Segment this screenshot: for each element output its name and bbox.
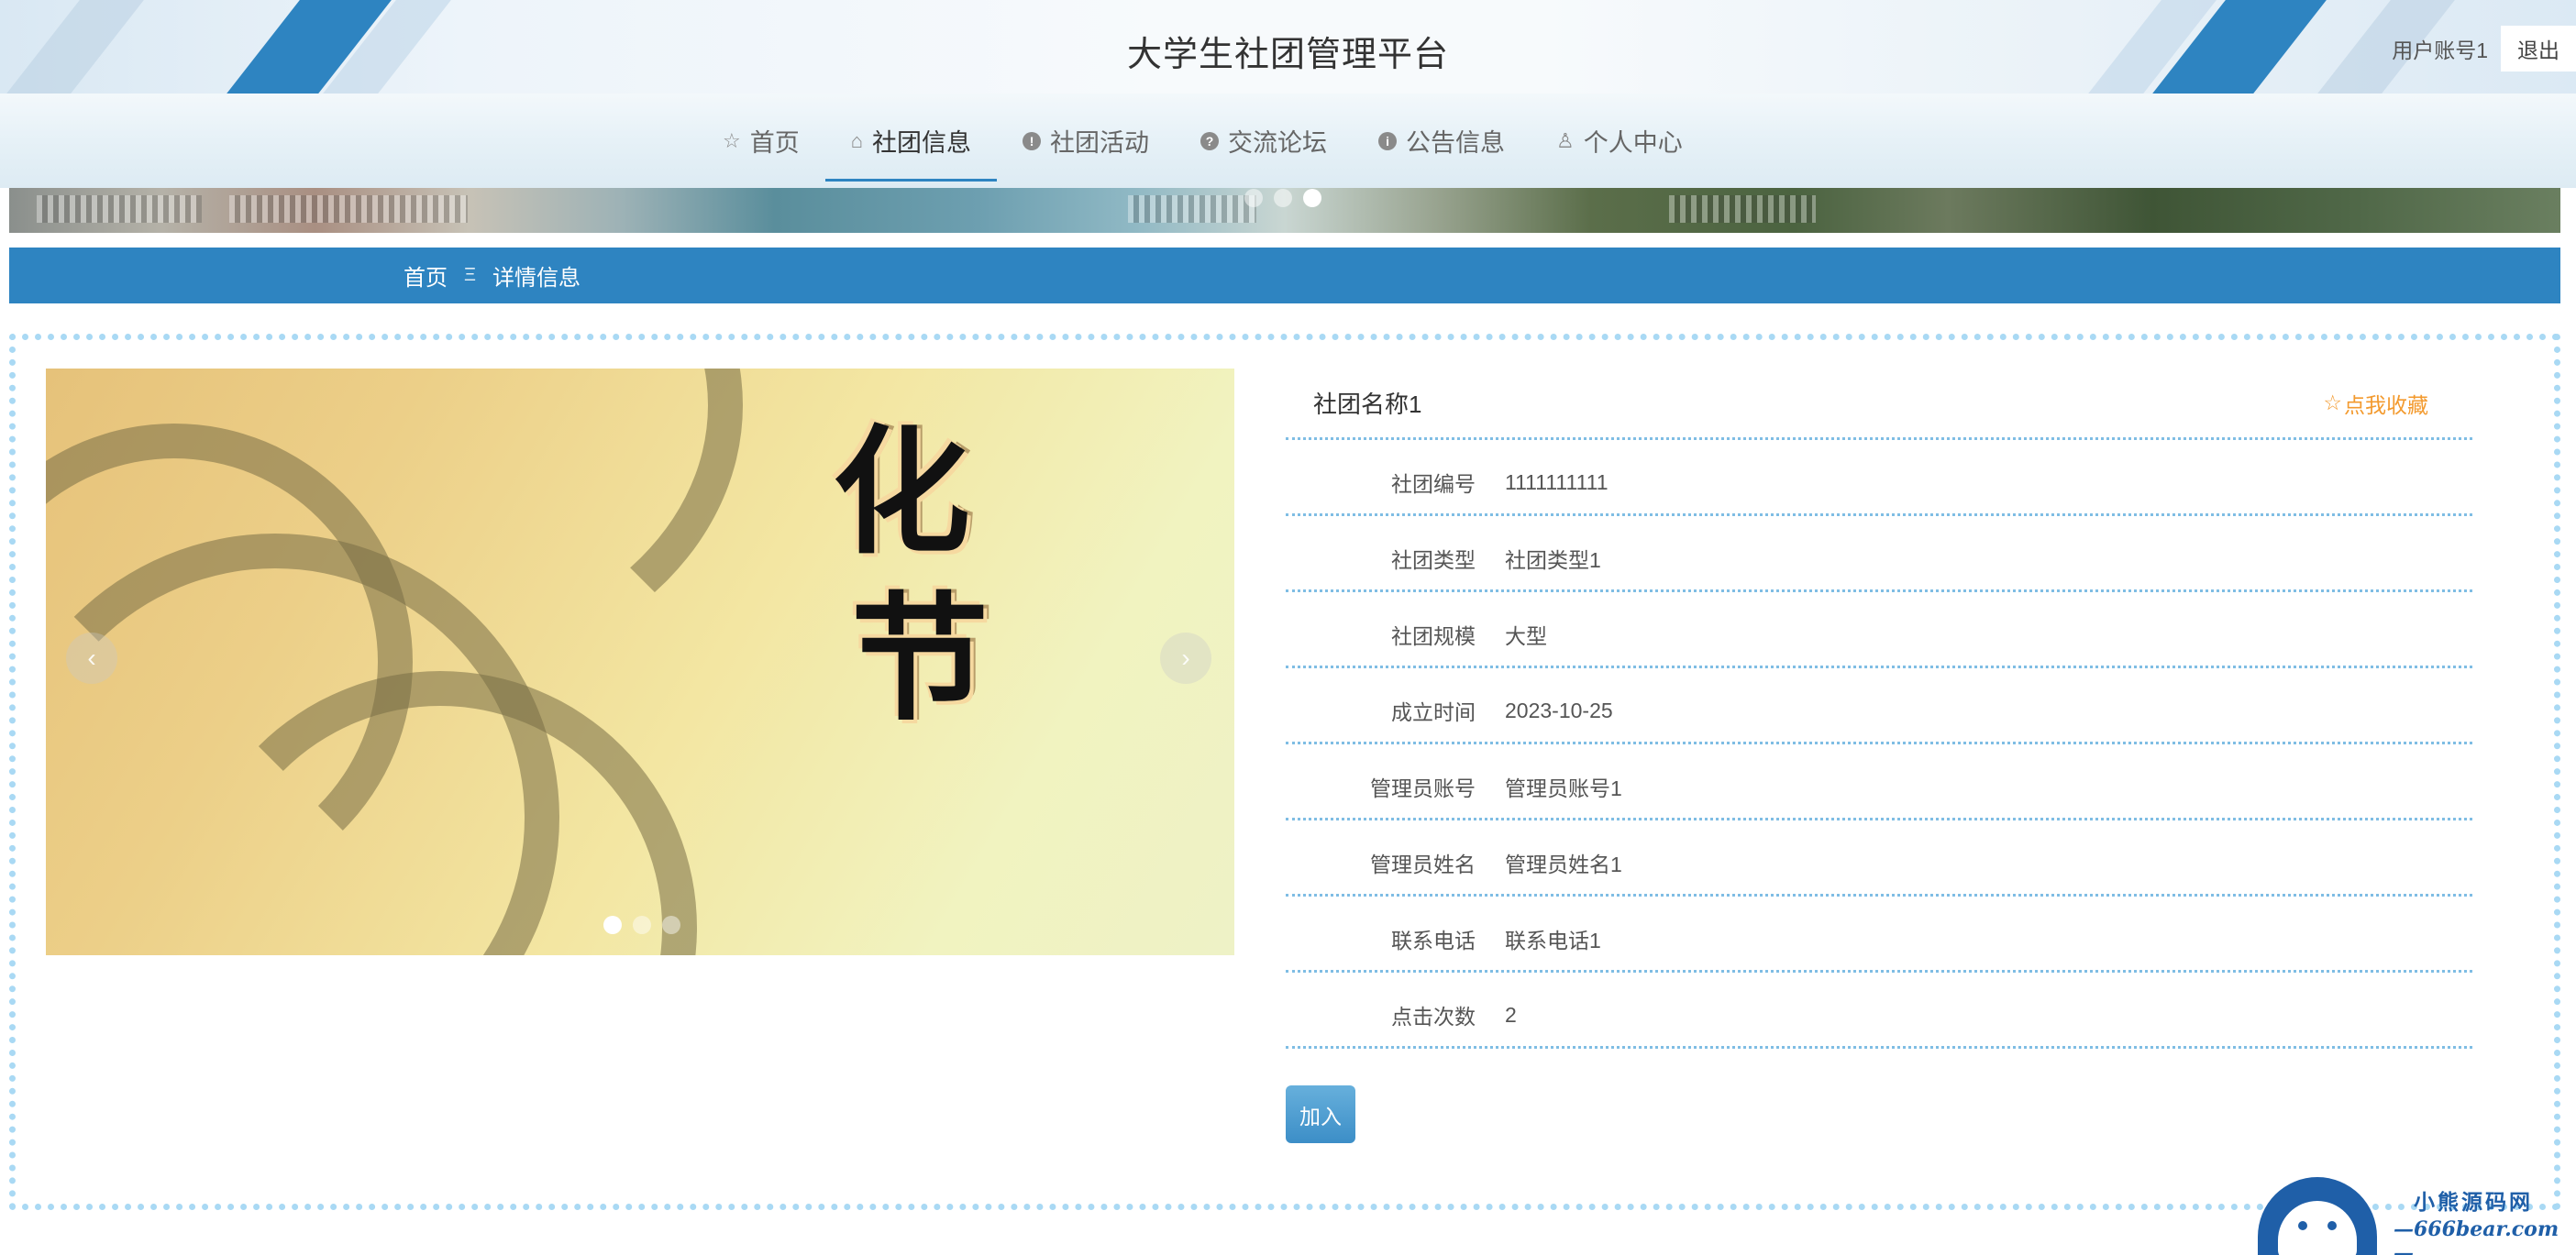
- nav-item-4[interactable]: ? 交流论坛: [1175, 94, 1353, 188]
- detail-value: 管理员姓名1: [1505, 853, 1622, 876]
- bear-logo-icon: [2258, 1177, 2377, 1255]
- carousel-dots: [603, 916, 680, 934]
- breadcrumb-current: 详情信息: [492, 266, 580, 291]
- breadcrumb-bar: 首页 Ξ 详情信息: [9, 248, 2560, 303]
- detail-value: 管理员账号1: [1505, 776, 1622, 800]
- detail-value: 社团类型1: [1505, 548, 1601, 572]
- detail-value: 联系电话1: [1505, 929, 1601, 952]
- banner-dot[interactable]: [1274, 189, 1292, 207]
- nav-item-3[interactable]: ! 社团活动: [997, 94, 1175, 188]
- bear-eye: [2298, 1221, 2307, 1230]
- detail-fields: 社团编号 1111111111 社团类型 社团类型1 社团规模 大型成立时间 2023-10…: [1286, 440, 2472, 1049]
- site-title: 大学生社团管理平台: [1126, 36, 1449, 74]
- detail-info: 社团名称1 ☆ 点我收藏 社团编号 1111111111 社团类型 社团类型1 社团规模…: [1286, 369, 2472, 1049]
- detail-row: 点击次数 2: [1286, 973, 2472, 1049]
- nav-item-label: 社团活动: [1050, 129, 1150, 157]
- detail-label: 社团规模: [1391, 624, 1476, 648]
- detail-label: 管理员账号: [1370, 776, 1476, 800]
- banner-dot[interactable]: [1303, 189, 1321, 207]
- star-outline-icon: ☆: [2323, 391, 2342, 414]
- breadcrumb-separator-icon: Ξ: [464, 265, 476, 285]
- user-area: 用户账号1 退出: [2392, 26, 2576, 72]
- question-circle-icon: ?: [1200, 131, 1220, 150]
- carousel-next-icon[interactable]: ›: [1160, 633, 1211, 684]
- logout-button[interactable]: 退出: [2501, 26, 2576, 72]
- detail-value: 2: [1505, 1002, 1517, 1027]
- nav-item-label: 首页: [749, 129, 800, 157]
- banner-building: [229, 195, 468, 223]
- image-ink-char: 节: [851, 578, 989, 740]
- favorite-label: 点我收藏: [2344, 392, 2428, 417]
- detail-row: 管理员账号 管理员账号1: [1286, 744, 2472, 820]
- join-button[interactable]: 加入: [1286, 1085, 1355, 1143]
- banner-building: [1128, 195, 1256, 223]
- detail-header: 社团名称1 ☆ 点我收藏: [1286, 369, 2472, 440]
- club-name-title: 社团名称1: [1313, 391, 1422, 418]
- carousel-dot[interactable]: [603, 916, 622, 934]
- star-outline-icon: ☆: [723, 128, 741, 152]
- watermark-logo: 小熊源码网 —666bear.com—: [2258, 1173, 2560, 1255]
- bag-icon: ⌂: [850, 128, 864, 152]
- detail-row: 成立时间 2023-10-25: [1286, 668, 2472, 744]
- carousel-prev-icon[interactable]: ‹: [66, 633, 117, 684]
- watermark-url: —666bear.com—: [2394, 1217, 2559, 1255]
- exclamation-circle-icon: !: [1023, 131, 1042, 150]
- nav-item-5[interactable]: i 公告信息: [1353, 94, 1531, 188]
- detail-label: 社团类型: [1391, 548, 1476, 572]
- banner-building: [1669, 195, 1816, 223]
- watermark-text: 小熊源码网: [2414, 1190, 2533, 1215]
- main-nav: ☆ 首页 ⌂ 社团信息! 社团活动? 交流论坛 i 公告信息 ♙ 个人中心: [0, 94, 2576, 188]
- user-icon: ♙: [1556, 128, 1575, 152]
- nav-item-label: 交流论坛: [1228, 129, 1328, 157]
- image-carousel[interactable]: 化 节 ‹ ›: [46, 369, 1234, 955]
- nav-items: ☆ 首页 ⌂ 社团信息! 社团活动? 交流论坛 i 公告信息 ♙ 个人中心: [697, 94, 1708, 188]
- carousel-dot[interactable]: [633, 916, 651, 934]
- detail-value: 2023-10-25: [1505, 698, 1613, 722]
- nav-item-label: 个人中心: [1583, 129, 1683, 157]
- nav-item-2[interactable]: ⌂ 社团信息: [824, 94, 998, 188]
- detail-label: 社团编号: [1391, 472, 1476, 496]
- detail-row: 社团编号 1111111111: [1286, 440, 2472, 516]
- detail-label: 联系电话: [1391, 929, 1476, 952]
- nav-item-label: 社团信息: [872, 129, 972, 157]
- banner-dots: [1244, 189, 1321, 207]
- banner-dot[interactable]: [1244, 189, 1263, 207]
- detail-row: 社团类型 社团类型1: [1286, 516, 2472, 592]
- nav-item-1[interactable]: ☆ 首页: [697, 94, 825, 188]
- site-header: 大学生社团管理平台 用户账号1 退出: [0, 0, 2576, 94]
- detail-value: 1111111111: [1505, 469, 1609, 494]
- detail-value: 大型: [1505, 624, 1547, 648]
- detail-label: 点击次数: [1391, 1005, 1476, 1029]
- banner-building: [37, 195, 202, 223]
- detail-row: 社团规模 大型: [1286, 592, 2472, 668]
- user-account-link[interactable]: 用户账号1: [2392, 33, 2488, 64]
- info-circle-icon: i: [1378, 131, 1398, 150]
- bear-eye: [2327, 1221, 2337, 1230]
- nav-item-6[interactable]: ♙ 个人中心: [1531, 94, 1708, 188]
- detail-label: 管理员姓名: [1370, 853, 1476, 876]
- breadcrumb-home[interactable]: 首页: [404, 259, 448, 292]
- nav-item-label: 公告信息: [1406, 129, 1506, 157]
- carousel-dot[interactable]: [662, 916, 680, 934]
- bear-face: [2278, 1201, 2357, 1255]
- detail-row: 联系电话 联系电话1: [1286, 897, 2472, 973]
- detail-row: 管理员姓名 管理员姓名1: [1286, 820, 2472, 897]
- detail-label: 成立时间: [1391, 700, 1476, 724]
- breadcrumb: 首页 Ξ 详情信息: [404, 248, 580, 303]
- favorite-button[interactable]: ☆ 点我收藏: [2323, 388, 2428, 419]
